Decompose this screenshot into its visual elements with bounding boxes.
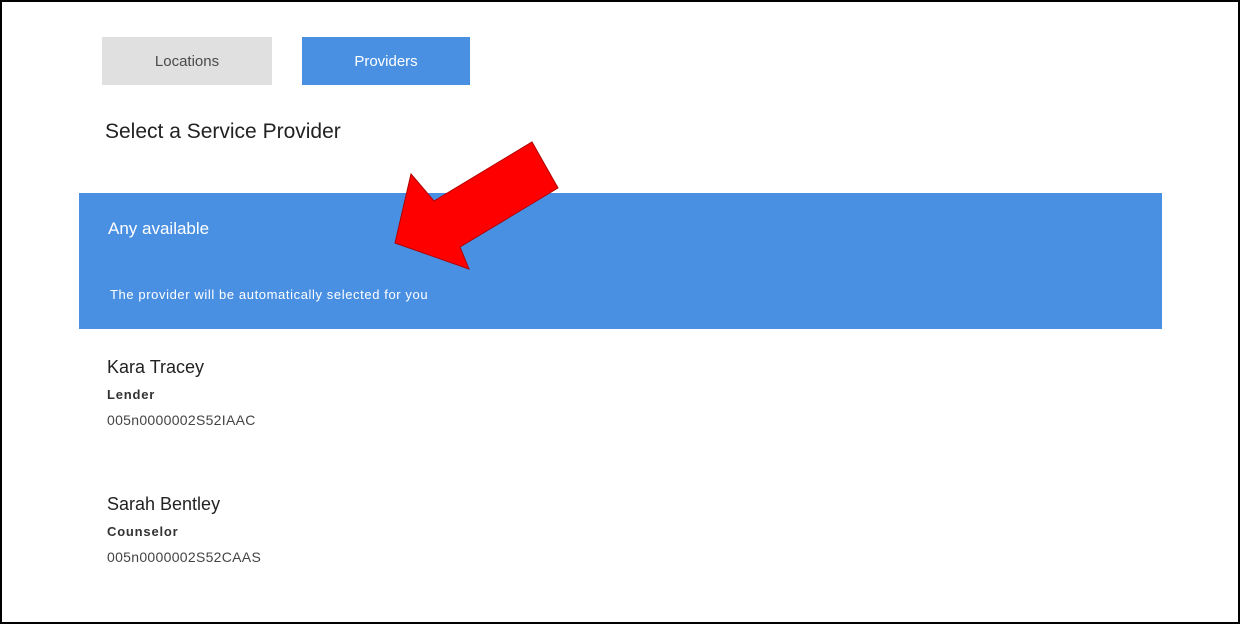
provider-item-any-available[interactable]: Any available The provider will be autom… (79, 193, 1162, 329)
provider-id: 005n0000002S52IAAC (107, 412, 256, 428)
provider-name: Kara Tracey (107, 357, 205, 377)
tab-providers-label: Providers (354, 52, 418, 70)
page-frame: Locations Providers Select a Service Pro… (0, 0, 1240, 624)
provider-description: The provider will be automatically selec… (110, 287, 429, 302)
provider-name: Any available (108, 219, 210, 238)
provider-role: Lender (107, 387, 156, 402)
provider-item-sarah-bentley[interactable]: Sarah Bentley Counselor 005n0000002S52CA… (107, 493, 707, 565)
page-title: Select a Service Provider (105, 120, 341, 143)
provider-name: Sarah Bentley (107, 494, 221, 514)
tab-providers[interactable]: Providers (302, 37, 470, 85)
provider-item-kara-tracey[interactable]: Kara Tracey Lender 005n0000002S52IAAC (107, 356, 707, 428)
provider-role: Counselor (107, 524, 179, 539)
provider-id: 005n0000002S52CAAS (107, 549, 262, 565)
tab-locations[interactable]: Locations (102, 37, 272, 85)
tab-locations-label: Locations (154, 52, 220, 70)
